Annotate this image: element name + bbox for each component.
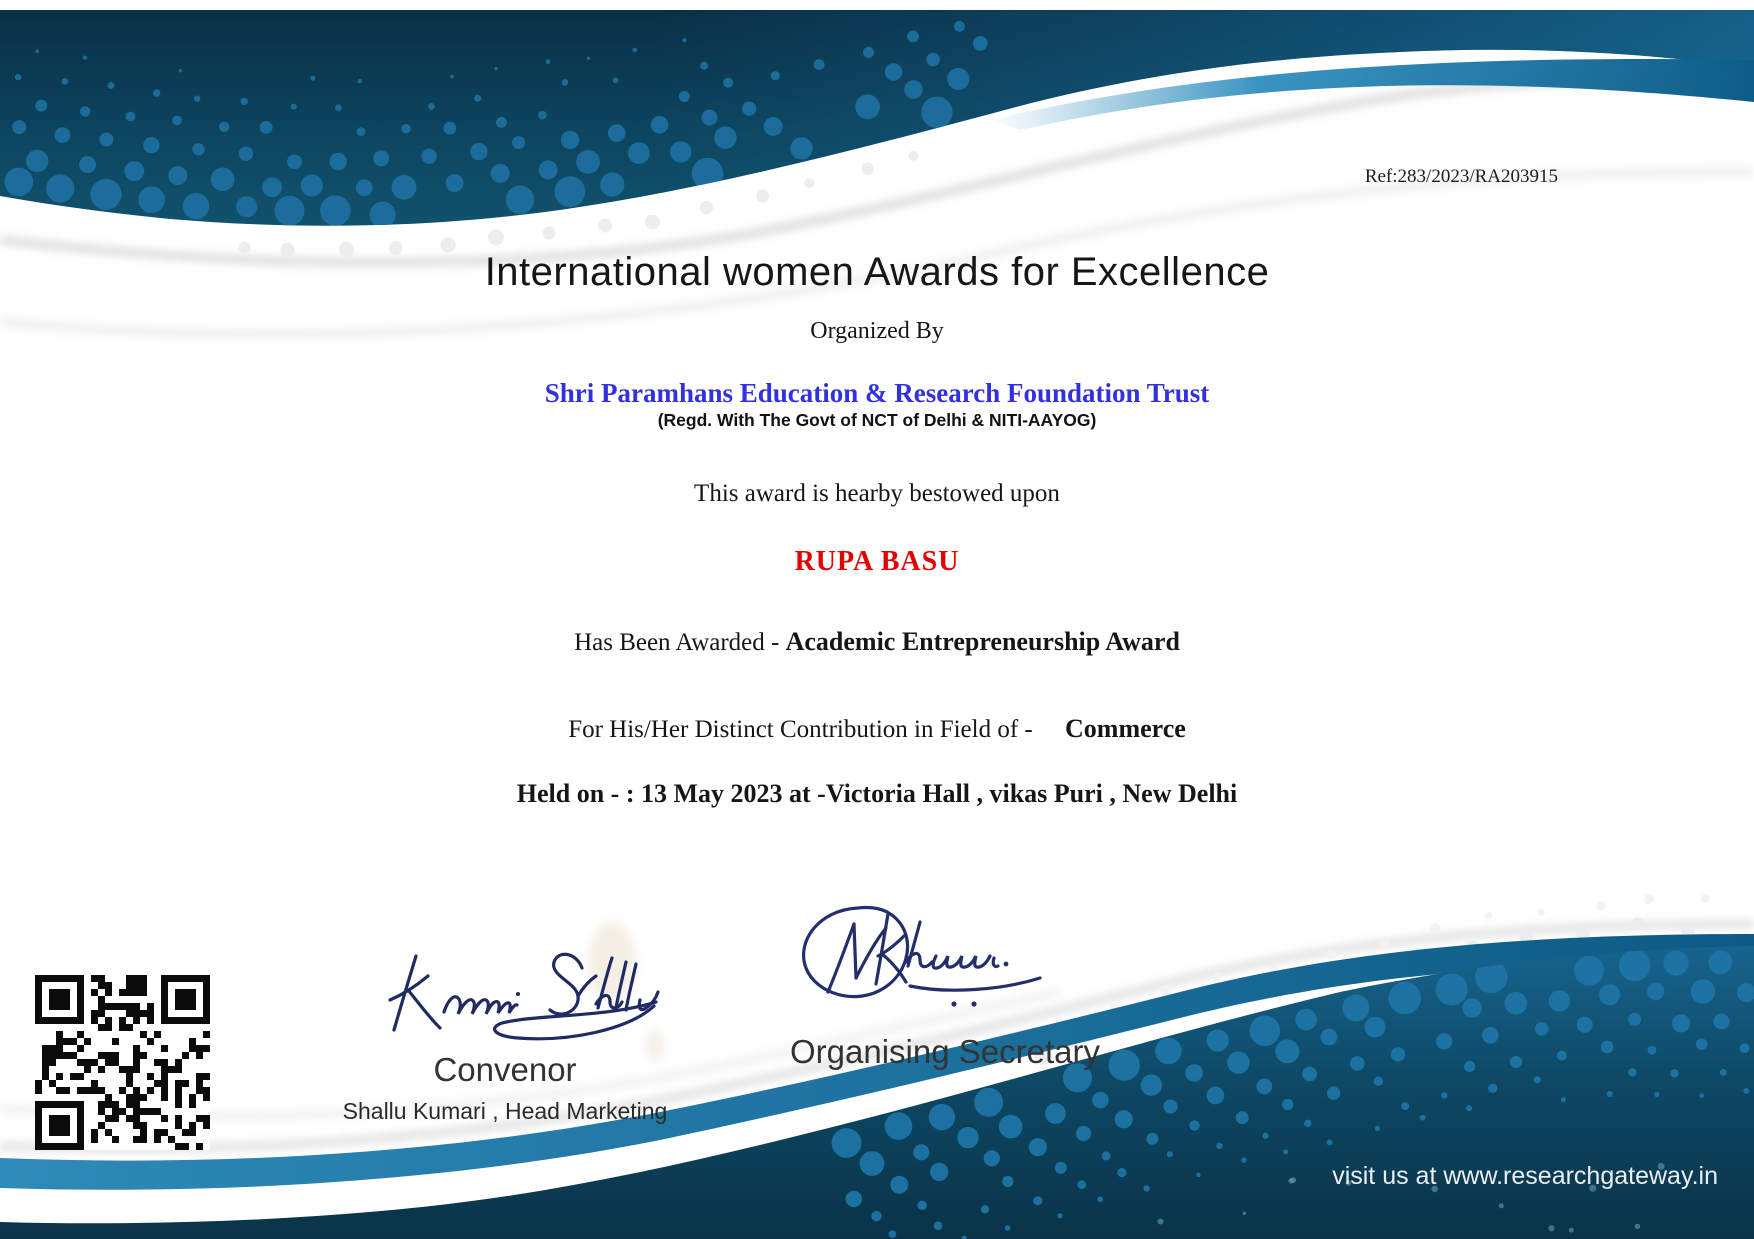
convenor-signature — [378, 942, 668, 1050]
qr-code — [35, 975, 210, 1150]
field-prefix: For His/Her Distinct Contribution in Fie… — [568, 716, 1039, 743]
organized-by-label: Organized By — [0, 318, 1754, 345]
recipient-name: RUPA BASU — [0, 546, 1754, 578]
award-prefix: Has Been Awarded - — [574, 629, 786, 656]
convenor-detail: Shallu Kumari , Head Marketing — [295, 1098, 715, 1125]
registration-line: (Regd. With The Govt of NCT of Delhi & N… — [0, 410, 1754, 431]
secretary-signature — [788, 898, 1080, 1016]
bestowal-line: This award is hearby bestowed upon — [0, 480, 1754, 508]
certificate-title: International women Awards for Excellenc… — [0, 250, 1754, 295]
award-line: Has Been Awarded - Academic Entrepreneur… — [0, 627, 1754, 657]
organization-name: Shri Paramhans Education & Research Foun… — [0, 378, 1754, 409]
event-line: Held on - : 13 May 2023 at -Victoria Hal… — [0, 779, 1754, 809]
field-name: Commerce — [1065, 714, 1186, 743]
secretary-role-label: Organising Secretary — [745, 1033, 1145, 1071]
certificate-page: Ref:283/2023/RA203915 International wome… — [0, 0, 1754, 1239]
convenor-block: Convenor Shallu Kumari , Head Marketing — [295, 1051, 715, 1125]
field-line: For His/Her Distinct Contribution in Fie… — [0, 714, 1754, 744]
footer-website-text: visit us at www.researchgateway.in — [1332, 1162, 1718, 1191]
convenor-role-label: Convenor — [295, 1051, 715, 1089]
secretary-block: Organising Secretary — [745, 1033, 1145, 1071]
award-name: Academic Entrepreneurship Award — [786, 627, 1180, 656]
reference-number: Ref:283/2023/RA203915 — [1365, 166, 1558, 188]
